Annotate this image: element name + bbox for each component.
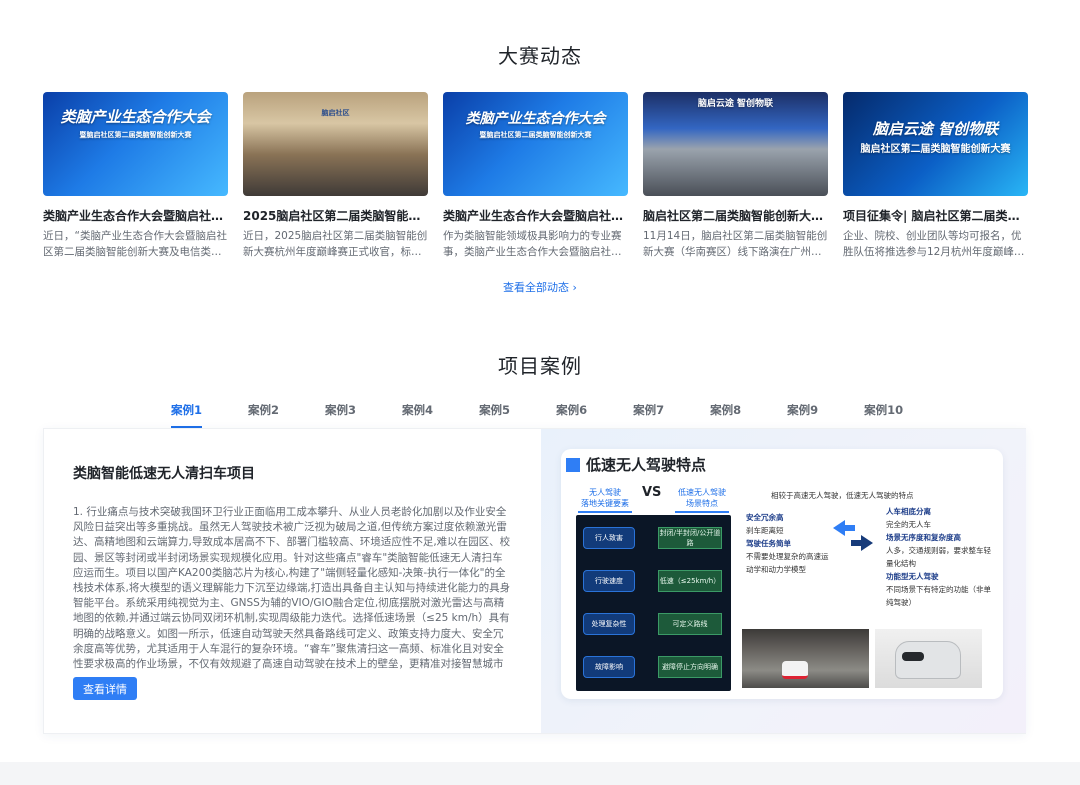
tab-case-2[interactable]: 案例2 [248, 402, 279, 426]
slide-title: 低速无人驾驶特点 [586, 456, 707, 474]
news-image: 脑启社区 [243, 92, 428, 196]
point-text: 不同场景下有特定的功能（非单纯驾驶） [886, 585, 991, 607]
diagram-pill: 行驶速度 [583, 570, 635, 592]
point-head: 场景无序度和复杂度高 [886, 533, 961, 542]
diagram-feature: 避障停止方向明确 [658, 656, 722, 678]
point-head: 人车相底分离 [886, 507, 931, 516]
news-image: 脑启云途 智创物联 脑启社区第二届类脑智能创新大赛 [843, 92, 1028, 196]
case-body: 1. 行业痛点与技术突破我国环卫行业正面临用工成本攀升、从业人员老龄化加剧以及作… [73, 506, 511, 671]
news-title[interactable]: 2025脑启社区第二届类脑智能创… [243, 208, 428, 224]
image-headline: 脑启云途 智创物联 [872, 120, 999, 138]
point-text: 人多，交通规则弱，要求整车轻量化结构 [886, 546, 991, 568]
tab-case-5[interactable]: 案例5 [479, 402, 510, 426]
tab-case-10[interactable]: 案例10 [864, 402, 903, 426]
tab-case-4[interactable]: 案例4 [402, 402, 433, 426]
image-subline: 暨脑启社区第二届类脑智能创新大赛 [79, 131, 192, 139]
slide-point-left: 安全冗余高 刹车距离短 驾驶任务简单 不需要处理复杂的高速运动学和动力学模型 [746, 511, 831, 576]
image-subline: 暨脑启社区第二届类脑智能创新大赛 [479, 131, 592, 139]
diagram-feature: 封闭/半封闭/公开道路 [658, 527, 722, 549]
slide-point-right: 人车相底分离 完全的无人车 场景无序度和复杂度高 人多，交通规则弱，要求整车轻量… [886, 505, 996, 609]
slide-left-heading: 无人驾驶 落地关键要素 [578, 487, 632, 513]
slide-title-row: 低速无人驾驶特点 [566, 454, 706, 475]
title-square-icon [566, 457, 580, 472]
street-photo [742, 629, 869, 688]
news-card[interactable]: 类脑产业生态合作大会 暨脑启社区第二届类脑智能创新大赛 类脑产业生态合作大会暨脑… [443, 92, 628, 267]
slide-diagram: 行人致害 行驶速度 处理复杂性 故障影响 封闭/半封闭/公开道路 低速（≤25k… [576, 515, 731, 691]
sweeper-photo [875, 629, 982, 688]
diagram-pill: 行人致害 [583, 527, 635, 549]
diagram-pill: 故障影响 [583, 656, 635, 678]
news-card[interactable]: 脑启云途 智创物联 脑启社区第二届类脑智能创新大赛… 11月14日，脑启社区第二… [643, 92, 828, 267]
news-card[interactable]: 类脑产业生态合作大会 暨脑启社区第二届类脑智能创新大赛 类脑产业生态合作大会暨脑… [43, 92, 228, 267]
view-all-news-link[interactable]: 查看全部动态 › [0, 279, 1080, 295]
case-tabs: 案例1 案例2 案例3 案例4 案例5 案例6 案例7 案例8 案例9 案例10 [171, 402, 949, 428]
news-desc: 11月14日，脑启社区第二届类脑智能创新大赛（华南赛区）线下路演在广州数… [643, 230, 828, 258]
footer-band [0, 762, 1080, 785]
tab-case-8[interactable]: 案例8 [710, 402, 741, 426]
tab-case-9[interactable]: 案例9 [787, 402, 818, 426]
point-head: 功能型无人驾驶 [886, 572, 939, 581]
news-title[interactable]: 项目征集令| 脑启社区第二届类脑… [843, 208, 1028, 224]
tab-case-6[interactable]: 案例6 [556, 402, 587, 426]
case-panel: 类脑智能低速无人清扫车项目 1. 行业痛点与技术突破我国环卫行业正面临用工成本攀… [43, 428, 1026, 734]
point-text: 刹车距离短 [746, 526, 784, 535]
view-details-button[interactable]: 查看详情 [73, 677, 137, 700]
point-head: 安全冗余高 [746, 513, 784, 522]
point-head: 驾驶任务简单 [746, 539, 791, 548]
image-headline: 类脑产业生态合作大会 [60, 108, 211, 126]
news-section-title: 大赛动态 [498, 44, 582, 68]
image-headline: 脑启社区 [321, 109, 350, 117]
arrow-left-icon [833, 520, 855, 536]
image-headline: 类脑产业生态合作大会 [465, 111, 606, 127]
news-desc: 企业、院校、创业团队等均可报名，优胜队伍将推选参与12月杭州年度巅峰赛，… [843, 230, 1022, 258]
news-image: 类脑产业生态合作大会 暨脑启社区第二届类脑智能创新大赛 [43, 92, 228, 196]
case-slide-image: 低速无人驾驶特点 无人驾驶 落地关键要素 VS 低速无人驾驶 场景特点 相较于高… [561, 449, 1003, 699]
point-text: 不需要处理复杂的高速运动学和动力学模型 [746, 552, 829, 574]
news-desc: 近日，“类脑产业生态合作大会暨脑启社区第二届类脑智能创新大赛及电信类脑… [43, 230, 227, 258]
case-image-area: 低速无人驾驶特点 无人驾驶 落地关键要素 VS 低速无人驾驶 场景特点 相较于高… [541, 429, 1026, 733]
case-title: 类脑智能低速无人清扫车项目 [73, 466, 255, 482]
slide-right-heading: 低速无人驾驶 场景特点 [675, 487, 729, 513]
tab-case-3[interactable]: 案例3 [325, 402, 356, 426]
slide-intro: 相较于高速无人驾驶，低速无人驾驶的特点 [771, 491, 914, 500]
arrow-right-icon [851, 535, 873, 551]
sweeper-robot-icon [895, 641, 961, 679]
news-card[interactable]: 脑启社区 2025脑启社区第二届类脑智能创… 近日，2025脑启社区第二届类脑智… [243, 92, 428, 267]
vehicle-icon [782, 661, 808, 679]
slide-vs: VS [642, 485, 662, 500]
news-image: 脑启云途 智创物联 [643, 92, 828, 196]
news-desc: 近日，2025脑启社区第二届类脑智能创新大赛杭州年度巅峰赛正式收官，标志… [243, 230, 428, 258]
news-title[interactable]: 类脑产业生态合作大会暨脑启社区… [43, 208, 228, 224]
diagram-feature: 可定义路线 [658, 613, 722, 635]
tab-case-7[interactable]: 案例7 [633, 402, 664, 426]
news-title[interactable]: 脑启社区第二届类脑智能创新大赛… [643, 208, 828, 224]
point-text: 完全的无人车 [886, 520, 931, 529]
tab-case-1[interactable]: 案例1 [171, 402, 203, 428]
diagram-pill: 处理复杂性 [583, 613, 635, 635]
news-title[interactable]: 类脑产业生态合作大会暨脑启社区… [443, 208, 628, 224]
image-headline: 脑启云途 智创物联 [697, 99, 774, 109]
news-card[interactable]: 脑启云途 智创物联 脑启社区第二届类脑智能创新大赛 项目征集令| 脑启社区第二届… [843, 92, 1028, 267]
case-section-title: 项目案例 [498, 354, 582, 378]
news-image: 类脑产业生态合作大会 暨脑启社区第二届类脑智能创新大赛 [443, 92, 628, 196]
case-text-column: 类脑智能低速无人清扫车项目 1. 行业痛点与技术突破我国环卫行业正面临用工成本攀… [44, 429, 541, 733]
diagram-feature: 低速（≤25km/h） [658, 570, 722, 592]
news-desc: 作为类脑智能领域极具影响力的专业赛事，类脑产业生态合作大会暨脑启社区… [443, 230, 622, 258]
image-subline: 脑启社区第二届类脑智能创新大赛 [860, 144, 1011, 155]
news-card-list: 类脑产业生态合作大会 暨脑启社区第二届类脑智能创新大赛 类脑产业生态合作大会暨脑… [43, 92, 1028, 267]
